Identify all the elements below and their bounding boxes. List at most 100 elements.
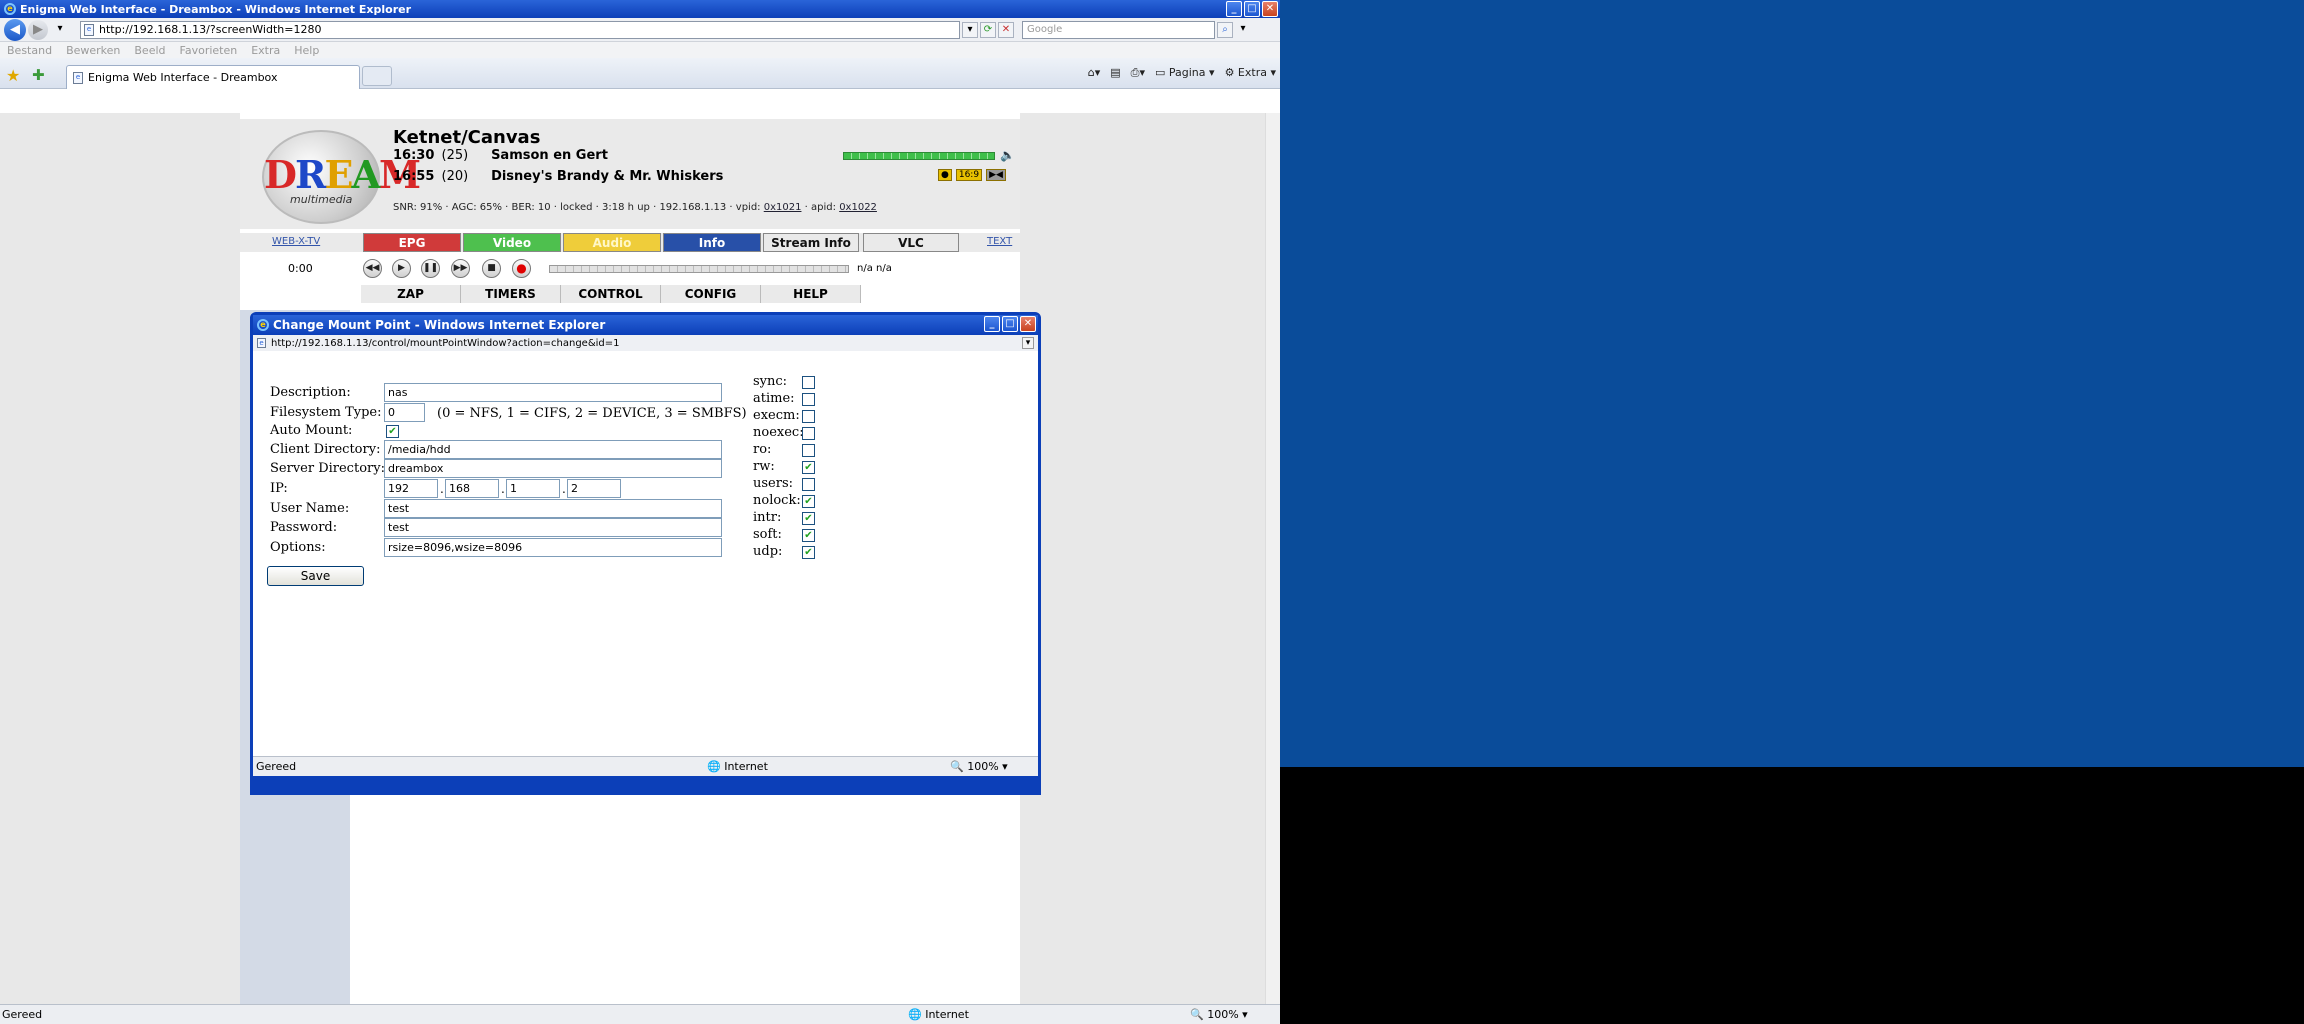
- refresh-icon[interactable]: ⟳: [980, 21, 996, 38]
- signal-level-bar: [843, 152, 995, 160]
- ie-logo-icon: e: [4, 3, 16, 15]
- password-input[interactable]: test: [384, 518, 722, 537]
- menu-item-bestand[interactable]: Bestand: [0, 44, 59, 57]
- username-input[interactable]: test: [384, 499, 722, 518]
- record-icon[interactable]: ●: [512, 259, 531, 278]
- flag-checkbox[interactable]: [802, 478, 815, 491]
- description-input[interactable]: nas: [384, 383, 722, 402]
- history-dropdown-icon[interactable]: ▾: [52, 22, 68, 38]
- popup-titlebar[interactable]: e Change Mount Point - Windows Internet …: [253, 315, 1038, 335]
- flag-checkbox[interactable]: ✔: [802, 529, 815, 542]
- nav-help[interactable]: HELP: [761, 285, 861, 303]
- flag-checkbox[interactable]: [802, 393, 815, 406]
- forward-button[interactable]: ▶: [28, 19, 48, 40]
- feeds-icon[interactable]: ▤: [1110, 66, 1120, 80]
- security-zone: 🌐 Internet: [908, 1008, 969, 1021]
- stop-icon[interactable]: ✕: [998, 21, 1014, 38]
- ip-octet-4[interactable]: 2: [567, 479, 621, 498]
- search-icon[interactable]: ⌕: [1217, 21, 1233, 38]
- popup-address-bar[interactable]: e http://192.168.1.13/control/mountPoint…: [253, 335, 1038, 351]
- menu-item-beeld[interactable]: Beeld: [127, 44, 172, 57]
- maximize-button[interactable]: □: [1244, 1, 1260, 17]
- tab-enigma[interactable]: e Enigma Web Interface - Dreambox: [66, 65, 360, 89]
- home-icon[interactable]: ⌂▾: [1088, 66, 1101, 80]
- username-label: User Name:: [270, 501, 350, 516]
- page-menu[interactable]: ▭ Pagina ▾: [1155, 66, 1215, 80]
- popup-close-button[interactable]: ✕: [1020, 316, 1036, 332]
- serverdir-input[interactable]: dreambox: [384, 459, 722, 478]
- popup-zoom-level[interactable]: 🔍 100% ▾: [950, 760, 1008, 773]
- text-link[interactable]: TEXT: [987, 236, 1012, 247]
- menu-item-favorieten[interactable]: Favorieten: [173, 44, 245, 57]
- back-button[interactable]: ◀: [4, 18, 26, 41]
- search-options-icon[interactable]: ▾: [1235, 22, 1251, 38]
- address-toolbar: ◀ ▶ ▾ e http://192.168.1.13/?screenWidth…: [0, 18, 1280, 42]
- window-titlebar[interactable]: e Enigma Web Interface - Dreambox - Wind…: [0, 0, 1280, 18]
- fast-forward-icon[interactable]: ▶▶: [451, 259, 470, 278]
- minimize-button[interactable]: _: [1226, 1, 1242, 17]
- flag-checkbox[interactable]: ✔: [802, 495, 815, 508]
- favorites-star-icon[interactable]: ★: [6, 66, 20, 85]
- clientdir-input[interactable]: /media/hdd: [384, 440, 722, 459]
- speaker-icon[interactable]: 🔈: [1000, 148, 1015, 162]
- flag-checkbox[interactable]: [802, 444, 815, 457]
- mount-point-popup: e Change Mount Point - Windows Internet …: [250, 312, 1041, 795]
- search-input[interactable]: Google: [1022, 20, 1215, 39]
- webxtv-link[interactable]: WEB-X-TV: [272, 236, 320, 247]
- flag-checkbox[interactable]: ✔: [802, 461, 815, 474]
- fstype-input[interactable]: 0: [384, 403, 425, 422]
- playback-position: 0:00: [288, 262, 313, 275]
- flag-label: udp:: [753, 544, 783, 559]
- audio-button[interactable]: Audio: [563, 233, 661, 252]
- menu-item-help[interactable]: Help: [287, 44, 326, 57]
- nav-control[interactable]: CONTROL: [561, 285, 661, 303]
- pause-icon[interactable]: ❚❚: [421, 259, 440, 278]
- options-input[interactable]: rsize=8096,wsize=8096: [384, 538, 722, 557]
- stop-icon[interactable]: ■: [482, 259, 501, 278]
- new-tab-button[interactable]: [362, 66, 392, 86]
- play-icon[interactable]: ▶: [392, 259, 411, 278]
- popup-minimize-button[interactable]: _: [984, 316, 1000, 332]
- zoom-level[interactable]: 🔍 100% ▾: [1190, 1008, 1248, 1021]
- address-bar[interactable]: e http://192.168.1.13/?screenWidth=1280: [80, 20, 960, 39]
- popup-status-text: Gereed: [256, 760, 297, 773]
- flag-checkbox[interactable]: ✔: [802, 512, 815, 525]
- page-scrollbar[interactable]: [1265, 113, 1280, 1004]
- popup-security-zone: 🌐 Internet: [707, 760, 768, 773]
- close-button[interactable]: ✕: [1262, 1, 1278, 17]
- status-text: Gereed: [2, 1008, 43, 1021]
- menu-item-bewerken[interactable]: Bewerken: [59, 44, 127, 57]
- menu-item-extra[interactable]: Extra: [244, 44, 287, 57]
- stream-info-button[interactable]: Stream Info: [763, 233, 859, 252]
- save-button[interactable]: Save: [267, 566, 364, 586]
- add-favorite-icon[interactable]: ✚: [32, 66, 45, 84]
- nav-timers[interactable]: TIMERS: [461, 285, 561, 303]
- ip-octet-2[interactable]: 168: [445, 479, 499, 498]
- print-icon[interactable]: ⎙▾: [1131, 66, 1145, 80]
- ip-octet-1[interactable]: 192: [384, 479, 438, 498]
- ip-octet-3[interactable]: 1: [506, 479, 560, 498]
- popup-url: http://192.168.1.13/control/mountPointWi…: [271, 337, 620, 349]
- apid-link[interactable]: 0x1022: [839, 202, 877, 213]
- address-dropdown-icon[interactable]: ▾: [962, 21, 978, 38]
- vlc-button[interactable]: VLC: [863, 233, 959, 252]
- fstype-hint: (0 = NFS, 1 = CIFS, 2 = DEVICE, 3 = SMBF…: [437, 406, 747, 421]
- flag-checkbox[interactable]: [802, 427, 815, 440]
- flag-checkbox[interactable]: ✔: [802, 546, 815, 559]
- popup-maximize-button[interactable]: □: [1002, 316, 1018, 332]
- popup-address-dropdown-icon[interactable]: ▾: [1022, 337, 1034, 349]
- flag-checkbox[interactable]: [802, 410, 815, 423]
- rewind-icon[interactable]: ◀◀: [363, 259, 382, 278]
- flag-checkbox[interactable]: [802, 376, 815, 389]
- automount-checkbox[interactable]: ✔: [386, 425, 399, 438]
- video-button[interactable]: Video: [463, 233, 561, 252]
- flag-label: noexec:: [753, 425, 804, 440]
- playback-progress[interactable]: [549, 265, 849, 273]
- info-button[interactable]: Info: [663, 233, 761, 252]
- nav-config[interactable]: CONFIG: [661, 285, 761, 303]
- extra-menu[interactable]: ⚙ Extra ▾: [1225, 66, 1276, 80]
- vpid-link[interactable]: 0x1021: [764, 202, 802, 213]
- nav-zap[interactable]: ZAP: [361, 285, 461, 303]
- epg-button[interactable]: EPG: [363, 233, 461, 252]
- clientdir-label: Client Directory:: [270, 442, 381, 457]
